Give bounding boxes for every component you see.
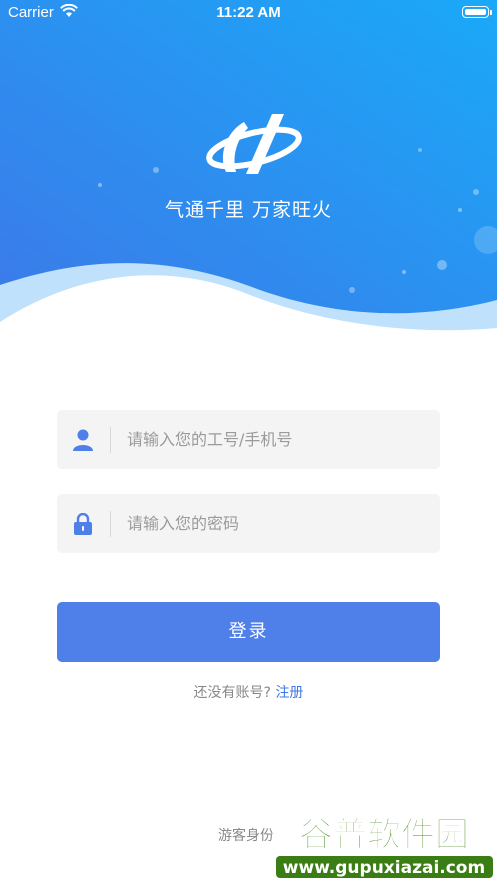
slogan: 气通千里 万家旺火 [164,199,333,221]
register-row: 还没有账号? 注册 [0,682,497,702]
clock: 11:22 AM [216,4,281,21]
lock-icon [74,513,92,535]
register-link[interactable]: 注册 [275,685,303,701]
app-logo-icon [206,114,302,174]
user-icon [73,429,93,451]
watermark-title: 谷普软件园 [299,815,469,855]
register-prompt: 还没有账号? [193,685,271,701]
login-button[interactable]: 登录 [57,602,440,662]
account-field[interactable] [57,410,440,469]
watermark-url: www.gupuxiazai.com [283,858,485,878]
password-field[interactable] [57,494,440,553]
watermark-logo: 谷普软件园 www.gupuxiazai.com [272,804,497,883]
field-divider [110,511,111,537]
status-bar: Carrier 11:22 AM [0,0,497,28]
password-input[interactable] [127,494,427,553]
battery-icon [462,6,492,18]
account-input[interactable] [127,410,427,469]
field-divider [110,427,111,453]
guest-login-link[interactable]: 游客身份 [218,825,274,845]
